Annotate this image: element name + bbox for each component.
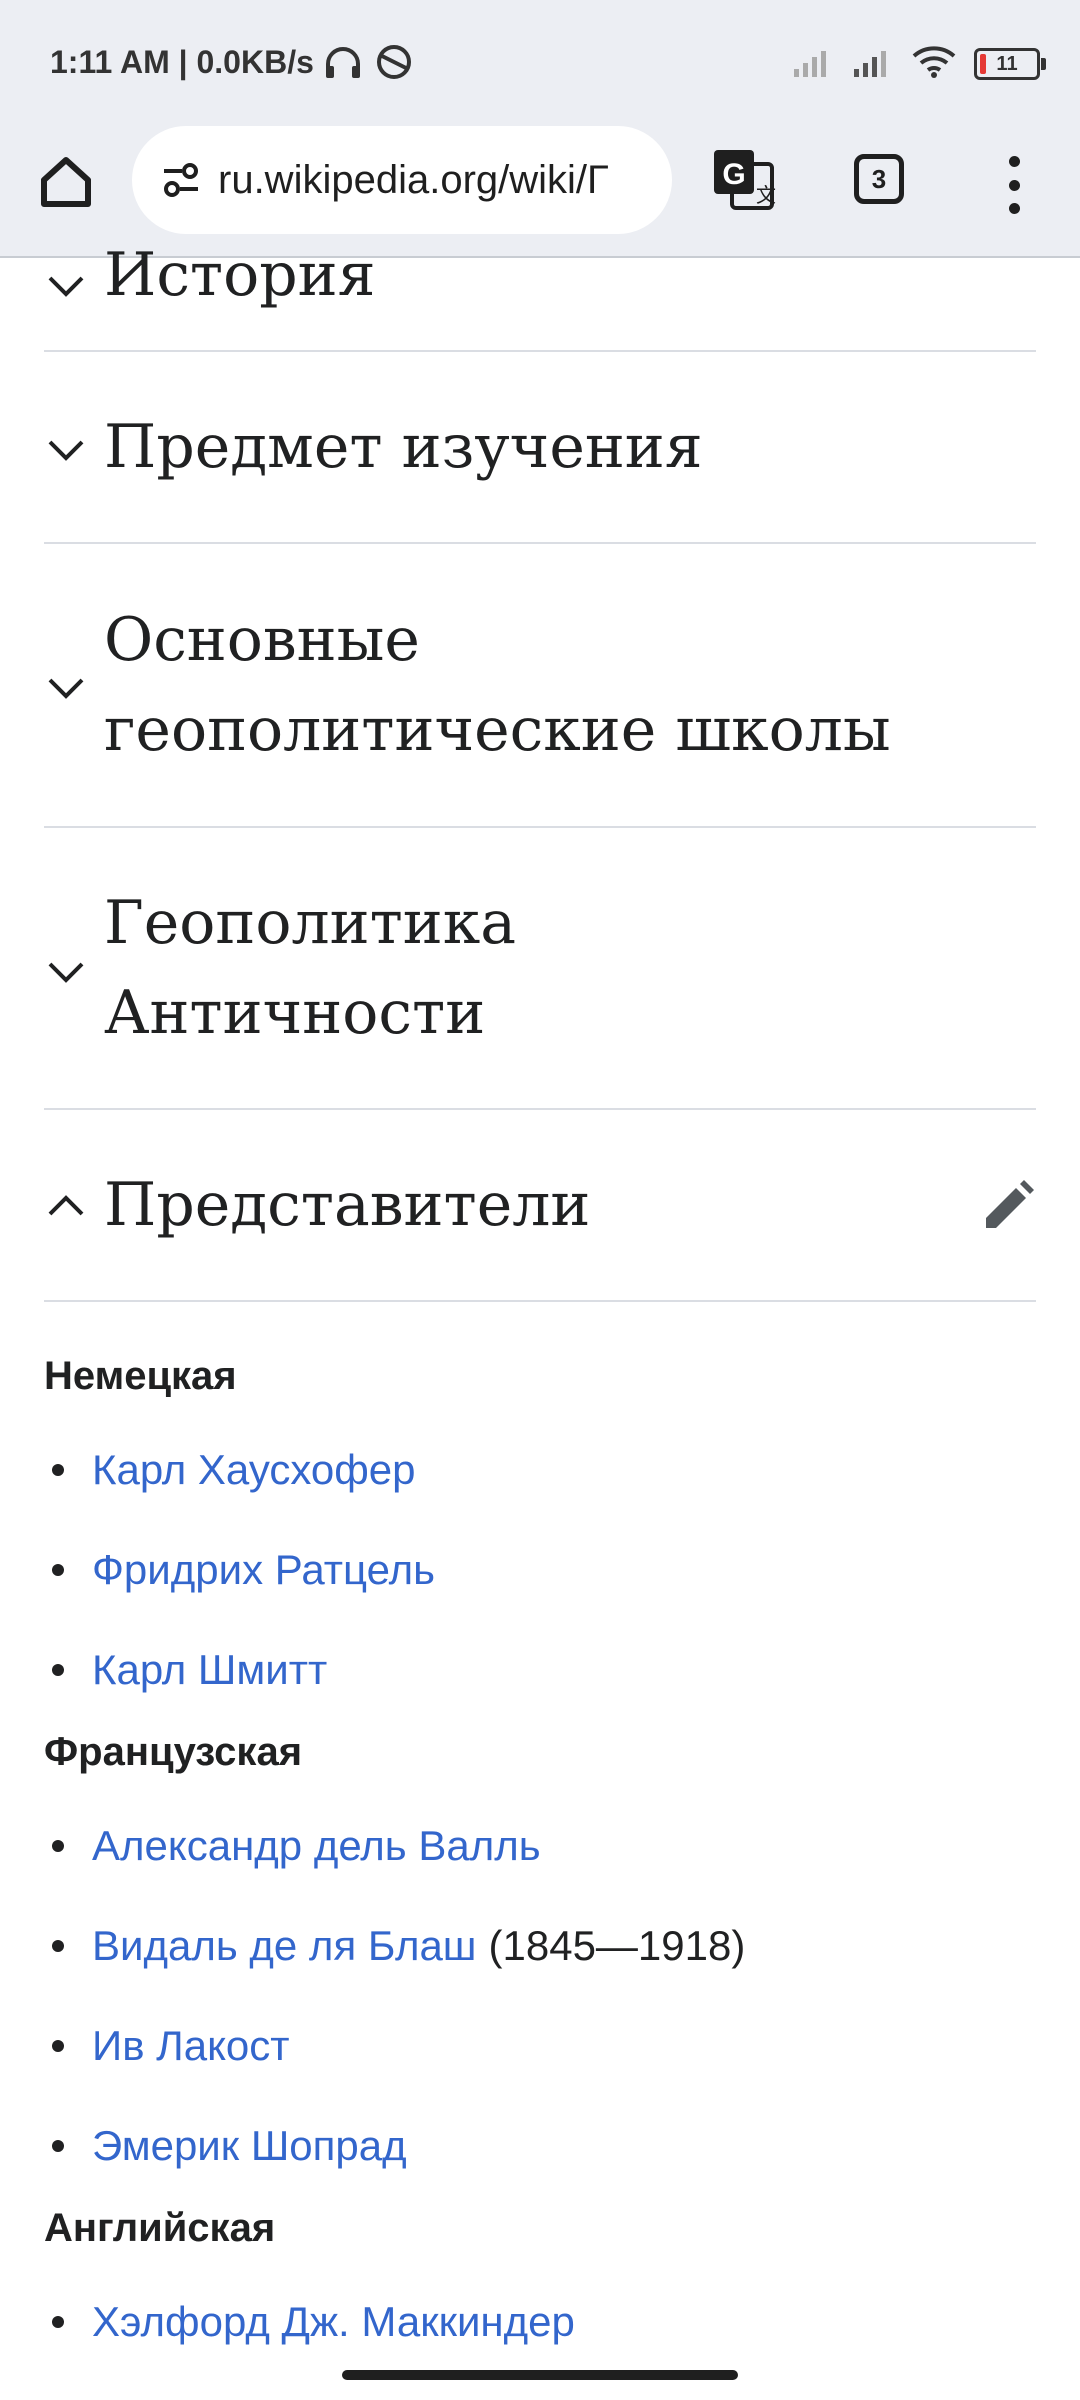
section-title: История [104, 240, 376, 310]
more-menu-button[interactable] [994, 150, 1034, 220]
school-heading: Немецкая [44, 1354, 237, 1398]
tab-switcher-button[interactable]: 3 [854, 154, 904, 204]
section-history[interactable]: История [44, 240, 1036, 352]
translate-icon: G文 [714, 150, 776, 210]
home-icon [41, 157, 91, 207]
menu-dot [1008, 203, 1020, 214]
section-antiquity[interactable]: Геополитика Античности [44, 828, 1036, 1110]
section-title: Основные геополитические школы [104, 605, 891, 765]
headphones-icon [324, 44, 362, 85]
signal-icon-2 [852, 47, 894, 82]
list-item: Видаль де ля Блаш (1845—1918) [52, 1922, 745, 1970]
person-link[interactable]: Александр дель Валль [92, 1822, 541, 1870]
section-subject[interactable]: Предмет изучения [44, 352, 1036, 544]
bullet [52, 1464, 64, 1476]
chevron-down-icon [48, 962, 84, 983]
bullet [52, 1664, 64, 1676]
person-link[interactable]: Эмерик Шопрад [92, 2122, 407, 2170]
status-icons: 11 [792, 44, 1046, 84]
list-item: Ив Лакост [52, 2022, 290, 2070]
app-notification-icon [374, 42, 414, 87]
battery-indicator: 11 [974, 48, 1046, 80]
bullet [52, 1940, 64, 1952]
chevron-down-icon [48, 678, 84, 699]
menu-dot [1008, 156, 1020, 167]
site-settings-icon[interactable] [158, 157, 204, 203]
url-text: ru.wikipedia.org/wiki/Г [218, 157, 609, 202]
menu-dot [1008, 179, 1020, 191]
svg-text:G: G [722, 158, 745, 191]
tab-count: 3 [871, 163, 887, 194]
section-title: Геополитика Античности [104, 888, 517, 1048]
bullet [52, 2140, 64, 2152]
address-bar[interactable]: ru.wikipedia.org/wiki/Г [132, 126, 672, 234]
edit-pencil-icon[interactable] [980, 1178, 1036, 1234]
bullet [52, 2040, 64, 2052]
person-link[interactable]: Видаль де ля Блаш [92, 1922, 477, 1970]
person-link[interactable]: Карл Хаусхофер [92, 1446, 416, 1494]
home-indicator[interactable] [342, 2370, 738, 2380]
status-time: 1:11 AM | 0.0KB/s [50, 44, 314, 80]
bullet [52, 1840, 64, 1852]
section-representatives[interactable]: Представители [44, 1110, 1036, 1302]
school-heading: Английская [44, 2206, 276, 2250]
list-item: Карл Хаусхофер [52, 1446, 416, 1494]
person-link[interactable]: Хэлфорд Дж. Маккиндер [92, 2298, 575, 2346]
school-heading: Французская [44, 1730, 303, 1774]
status-bar: 1:11 AM | 0.0KB/s 11 [0, 0, 1080, 126]
signal-icon [792, 47, 834, 82]
section-title: Предмет изучения [104, 412, 703, 482]
translate-button[interactable]: G文 [710, 146, 778, 214]
section-title: Представители [104, 1170, 591, 1240]
chevron-down-icon [48, 440, 84, 461]
years-text: (1845—1918) [488, 1922, 746, 1969]
battery-level: 11 [996, 52, 1018, 75]
chevron-down-icon [48, 276, 84, 297]
list-item: Хэлфорд Дж. Маккиндер [52, 2298, 575, 2346]
bullet [52, 2316, 64, 2328]
person-link[interactable]: Фридрих Ратцель [92, 1546, 435, 1594]
bullet [52, 1564, 64, 1576]
home-button[interactable] [36, 152, 96, 212]
section-schools[interactable]: Основные геополитические школы [44, 544, 1036, 828]
list-item: Эмерик Шопрад [52, 2122, 407, 2170]
list-item: Фридрих Ратцель [52, 1546, 435, 1594]
svg-text:文: 文 [756, 184, 776, 207]
person-link[interactable]: Карл Шмитт [92, 1646, 327, 1694]
list-item: Александр дель Валль [52, 1822, 541, 1870]
chevron-up-icon [48, 1195, 84, 1216]
person-link[interactable]: Ив Лакост [92, 2022, 290, 2070]
list-item: Карл Шмитт [52, 1646, 327, 1694]
wifi-icon [912, 45, 956, 83]
